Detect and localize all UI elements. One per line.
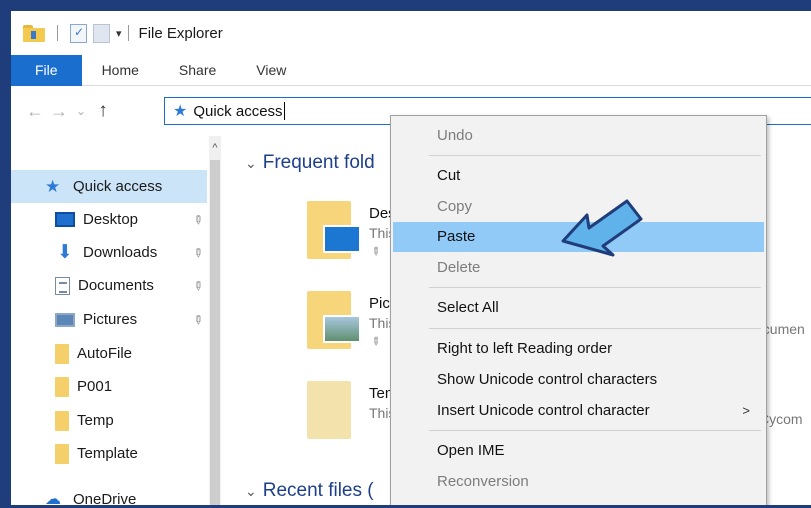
sidebar-item-label: Temp [77,412,114,429]
sidebar-item-label: P001 [77,378,113,395]
text-cursor [283,102,285,120]
sidebar-item-quick-access[interactable]: ★ Quick access [11,170,207,203]
sidebar-item-desktop[interactable]: Desktop ✎ [11,203,207,236]
menu-item-undo[interactable]: Undo [393,121,764,151]
ribbon-tabs: File Home Share View [11,55,811,86]
desktop-icon [55,212,75,227]
sidebar-item-label: Downloads [83,244,158,261]
quick-access-star-icon: ★ [173,103,188,120]
folder-icon [307,381,351,439]
star-icon: ★ [45,176,61,196]
submenu-arrow-icon: > [742,403,750,418]
tab-home[interactable]: Home [82,55,159,86]
sidebar-item-pictures[interactable]: Pictures ✎ [11,303,207,336]
up-arrow-icon[interactable]: ↑ [91,100,115,122]
title-bar: ▾ File Explorer [11,11,811,55]
sidebar-item-onedrive[interactable]: ☁ OneDrive [11,483,207,508]
cloud-icon: ☁ [45,490,61,508]
file-explorer-window: ▾ File Explorer File Home Share View ← →… [0,0,811,508]
folder-icon [307,291,361,349]
sidebar-scrollbar-thumb[interactable] [210,160,220,505]
forward-arrow-icon[interactable]: → [47,101,71,122]
chevron-down-icon: ⌄ [245,482,257,499]
menu-item-rtl-reading-order[interactable]: Right to left Reading order [393,334,764,364]
sidebar-item-documents[interactable]: Documents ✎ [11,269,207,302]
folder-icon [307,201,361,259]
menu-item-select-all[interactable]: Select All [393,293,764,323]
pin-icon: ✎ [189,210,207,229]
properties-icon[interactable] [70,23,87,43]
tab-view[interactable]: View [236,55,306,86]
sidebar-item-label: Template [77,445,138,462]
customize-toolbar-dropdown-icon[interactable]: ▾ [116,27,122,40]
sidebar-item-label: OneDrive [73,491,137,508]
tab-file[interactable]: File [11,55,82,86]
scroll-up-icon[interactable]: ^ [209,142,221,154]
menu-item-show-unicode-control[interactable]: Show Unicode control characters [393,365,764,395]
menu-item-cut[interactable]: Cut [393,161,764,191]
pin-icon: ✎ [367,334,383,350]
pin-icon: ✎ [189,243,207,262]
sidebar-item-temp[interactable]: Temp [11,404,207,437]
folder-icon [55,343,69,364]
window-title: File Explorer [138,24,223,42]
file-explorer-icon [23,24,45,42]
download-arrow-icon: ⬇ [57,241,73,263]
recent-files-header[interactable]: ⌄ Recent files ( [245,480,374,502]
folder-icon [55,410,69,431]
pin-icon: ✎ [189,276,207,295]
folder-icon [55,443,69,464]
recent-locations-chevron-icon[interactable]: ⌄ [71,104,91,118]
address-text[interactable]: Quick access [193,103,282,120]
new-folder-icon[interactable] [93,23,110,43]
chevron-down-icon: ⌄ [245,154,257,171]
sidebar-item-label: Desktop [83,211,139,228]
sidebar-item-label: Quick access [73,178,163,195]
sidebar-item-p001[interactable]: P001 [11,370,207,403]
back-arrow-icon[interactable]: ← [23,101,47,122]
sidebar-item-label: AutoFile [77,345,133,362]
sidebar-item-autofile[interactable]: AutoFile [11,337,207,370]
menu-item-open-ime[interactable]: Open IME [393,436,764,466]
sidebar-item-label: Documents [78,277,154,294]
sidebar-item-label: Pictures [83,311,138,328]
menu-item-label: Insert Unicode control character [437,402,650,419]
pictures-icon [55,312,75,327]
tab-share[interactable]: Share [159,55,236,86]
quick-access-toolbar: ▾ [23,23,122,43]
context-menu: Undo Cut Copy Paste Delete Select All Ri… [390,115,767,505]
pin-icon: ✎ [189,310,207,329]
document-icon [55,276,70,295]
callout-arrow-icon [561,199,643,257]
frequent-folders-header[interactable]: ⌄ Frequent fold [245,152,375,174]
menu-item-reconversion[interactable]: Reconversion [393,467,764,497]
sidebar-item-template[interactable]: Template [11,437,207,470]
navigation-pane: ★ Quick access Desktop ✎ ⬇ Downloads ✎ D… [11,136,221,508]
pin-icon: ✎ [367,244,383,260]
menu-item-insert-unicode-control[interactable]: Insert Unicode control character > [393,396,764,426]
sidebar-item-downloads[interactable]: ⬇ Downloads ✎ [11,236,207,269]
folder-icon [55,376,69,397]
